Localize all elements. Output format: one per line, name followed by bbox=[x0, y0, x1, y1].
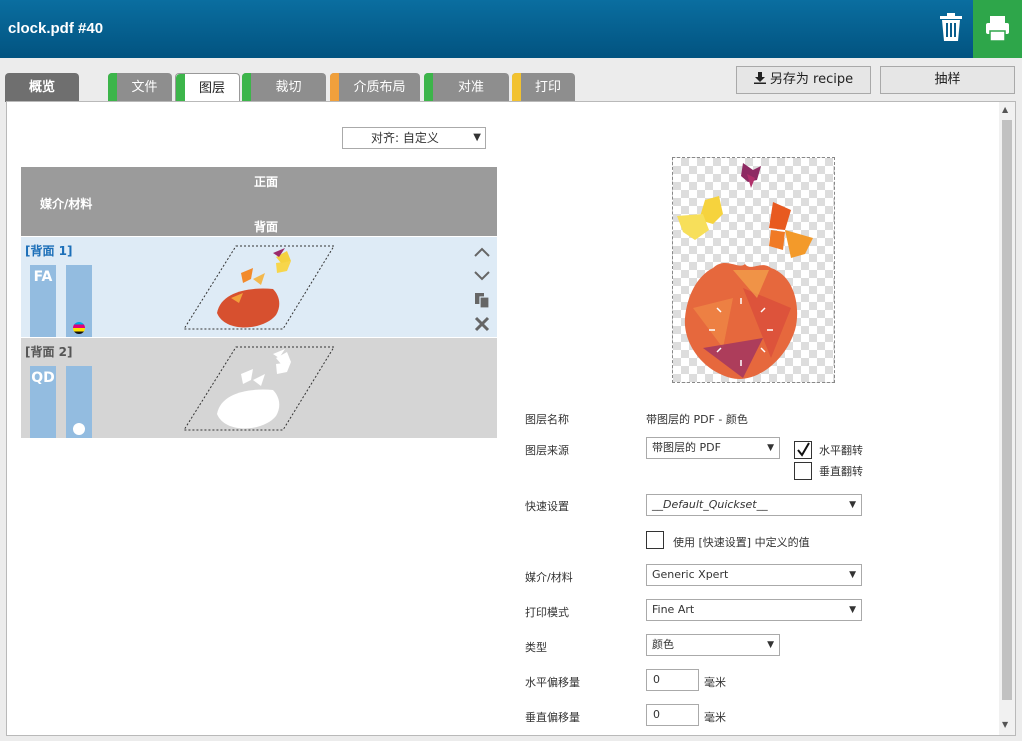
print-button[interactable] bbox=[973, 0, 1022, 58]
chevron-down-icon[interactable] bbox=[473, 267, 491, 285]
cmyk-icon bbox=[73, 322, 85, 334]
printer-icon bbox=[986, 16, 1009, 42]
scroll-down-arrow-icon[interactable]: ▼ bbox=[1002, 720, 1008, 729]
layer-name: [背面 1] bbox=[25, 244, 73, 258]
layer-media-bar: QD bbox=[30, 366, 56, 438]
use-quickset-label: 使用 [快速设置] 中定义的值 bbox=[673, 536, 810, 549]
v-offset-unit: 毫米 bbox=[704, 711, 726, 724]
layer-table-header: 正面 媒介/材料 背面 bbox=[21, 167, 497, 236]
tab-align[interactable]: 对准 bbox=[424, 73, 509, 102]
v-offset-input[interactable]: 0 bbox=[646, 704, 699, 726]
layer-code: QD bbox=[31, 370, 55, 386]
scroll-up-arrow-icon[interactable]: ▲ bbox=[1002, 105, 1008, 114]
tab-bar: 概览 文件 图层 裁切 介质布局 对准 打印 另存为 recipe 抽样 bbox=[0, 58, 1022, 103]
tab-file[interactable]: 文件 bbox=[108, 73, 172, 102]
layer-row[interactable]: [背面 1] FA bbox=[21, 237, 497, 337]
type-select[interactable]: 颜色 ▼ bbox=[646, 634, 780, 656]
flip-horizontal-label: 水平翻转 bbox=[819, 444, 863, 457]
layer-source-label: 图层来源 bbox=[525, 444, 569, 457]
header-front: 正面 bbox=[254, 175, 279, 189]
chevron-down-icon: ▼ bbox=[767, 443, 774, 453]
layer-source-select[interactable]: 带图层的 PDF ▼ bbox=[646, 437, 780, 459]
h-offset-input[interactable]: 0 bbox=[646, 669, 699, 691]
save-recipe-button[interactable]: 另存为 recipe bbox=[736, 66, 871, 94]
layers-panel: 对齐: 自定义 ▼ 正面 媒介/材料 背面 [背面 1] FA [背面 2] Q… bbox=[6, 101, 1016, 736]
download-icon bbox=[753, 72, 766, 84]
use-quickset-checkbox[interactable] bbox=[646, 531, 664, 549]
tab-label: 文件 bbox=[131, 80, 158, 95]
v-offset-label: 垂直偏移量 bbox=[525, 711, 580, 724]
sample-button[interactable]: 抽样 bbox=[880, 66, 1015, 94]
chevron-up-icon[interactable] bbox=[473, 243, 491, 261]
layer-row[interactable]: [背面 2] QD bbox=[21, 338, 497, 438]
tab-label: 裁切 bbox=[275, 80, 302, 95]
header-media: 媒介/材料 bbox=[40, 197, 93, 211]
type-value: 颜色 bbox=[652, 638, 674, 651]
type-label: 类型 bbox=[525, 641, 547, 654]
chevron-down-icon: ▼ bbox=[767, 640, 774, 650]
align-select[interactable]: 对齐: 自定义 ▼ bbox=[342, 127, 486, 149]
media-label: 媒介/材料 bbox=[525, 571, 573, 584]
layer-preview bbox=[672, 157, 835, 383]
tab-label: 图层 bbox=[198, 81, 225, 96]
trash-icon[interactable] bbox=[938, 13, 964, 41]
status-stripe bbox=[512, 73, 521, 102]
h-offset-label: 水平偏移量 bbox=[525, 676, 580, 689]
delete-icon[interactable] bbox=[473, 315, 491, 333]
layer-thumbnail bbox=[183, 346, 335, 431]
quickset-label: 快速设置 bbox=[525, 500, 569, 513]
chevron-down-icon: ▼ bbox=[849, 500, 856, 510]
status-stripe bbox=[108, 73, 117, 102]
save-recipe-label: 另存为 recipe bbox=[769, 72, 854, 87]
layer-name-label: 图层名称 bbox=[525, 413, 569, 426]
preview-image bbox=[677, 163, 813, 379]
white-ink-icon bbox=[73, 423, 85, 435]
tab-label: 对准 bbox=[457, 80, 484, 95]
media-value: Generic Xpert bbox=[652, 568, 729, 581]
layer-media-bar: FA bbox=[30, 265, 56, 337]
print-mode-select[interactable]: Fine Art ▼ bbox=[646, 599, 862, 621]
status-stripe bbox=[176, 74, 185, 103]
checkmark-icon bbox=[797, 442, 810, 457]
layer-ink-bar bbox=[66, 265, 92, 337]
layer-name-value: 带图层的 PDF - 颜色 bbox=[646, 413, 748, 426]
print-mode-label: 打印模式 bbox=[525, 606, 569, 619]
print-mode-value: Fine Art bbox=[652, 603, 695, 616]
vertical-scrollbar[interactable]: ▲ ▼ bbox=[999, 102, 1015, 735]
tab-print[interactable]: 打印 bbox=[512, 73, 575, 102]
status-stripe bbox=[330, 73, 339, 102]
tab-layers[interactable]: 图层 bbox=[175, 73, 240, 103]
chevron-down-icon: ▼ bbox=[849, 605, 856, 615]
flip-horizontal-checkbox[interactable] bbox=[794, 441, 812, 459]
layer-thumbnail bbox=[183, 245, 335, 330]
status-stripe bbox=[242, 73, 251, 102]
quickset-select[interactable]: __Default_Quickset__ ▼ bbox=[646, 494, 862, 516]
flip-vertical-label: 垂直翻转 bbox=[819, 465, 863, 478]
align-select-value: 对齐: 自定义 bbox=[371, 131, 439, 145]
duplicate-icon[interactable] bbox=[473, 291, 491, 309]
tab-label: 介质布局 bbox=[353, 80, 406, 95]
layer-source-value: 带图层的 PDF bbox=[652, 441, 721, 454]
chevron-down-icon: ▼ bbox=[473, 132, 481, 143]
tab-cut[interactable]: 裁切 bbox=[242, 73, 326, 102]
layer-code: FA bbox=[33, 269, 53, 285]
flip-vertical-checkbox[interactable] bbox=[794, 462, 812, 480]
tab-media-layout[interactable]: 介质布局 bbox=[330, 73, 420, 102]
tab-overview[interactable]: 概览 bbox=[5, 73, 79, 102]
layer-ink-bar bbox=[66, 366, 92, 438]
chevron-down-icon: ▼ bbox=[849, 570, 856, 580]
h-offset-unit: 毫米 bbox=[704, 676, 726, 689]
media-select[interactable]: Generic Xpert ▼ bbox=[646, 564, 862, 586]
tab-label: 打印 bbox=[534, 80, 561, 95]
quickset-value: __Default_Quickset__ bbox=[652, 498, 768, 511]
app-header: clock.pdf #40 bbox=[0, 0, 1022, 58]
scrollbar-thumb[interactable] bbox=[1002, 120, 1012, 700]
status-stripe bbox=[424, 73, 433, 102]
layer-name: [背面 2] bbox=[25, 345, 73, 359]
header-back: 背面 bbox=[254, 220, 279, 234]
document-title: clock.pdf #40 bbox=[8, 20, 104, 37]
tab-label: 概览 bbox=[28, 80, 55, 95]
